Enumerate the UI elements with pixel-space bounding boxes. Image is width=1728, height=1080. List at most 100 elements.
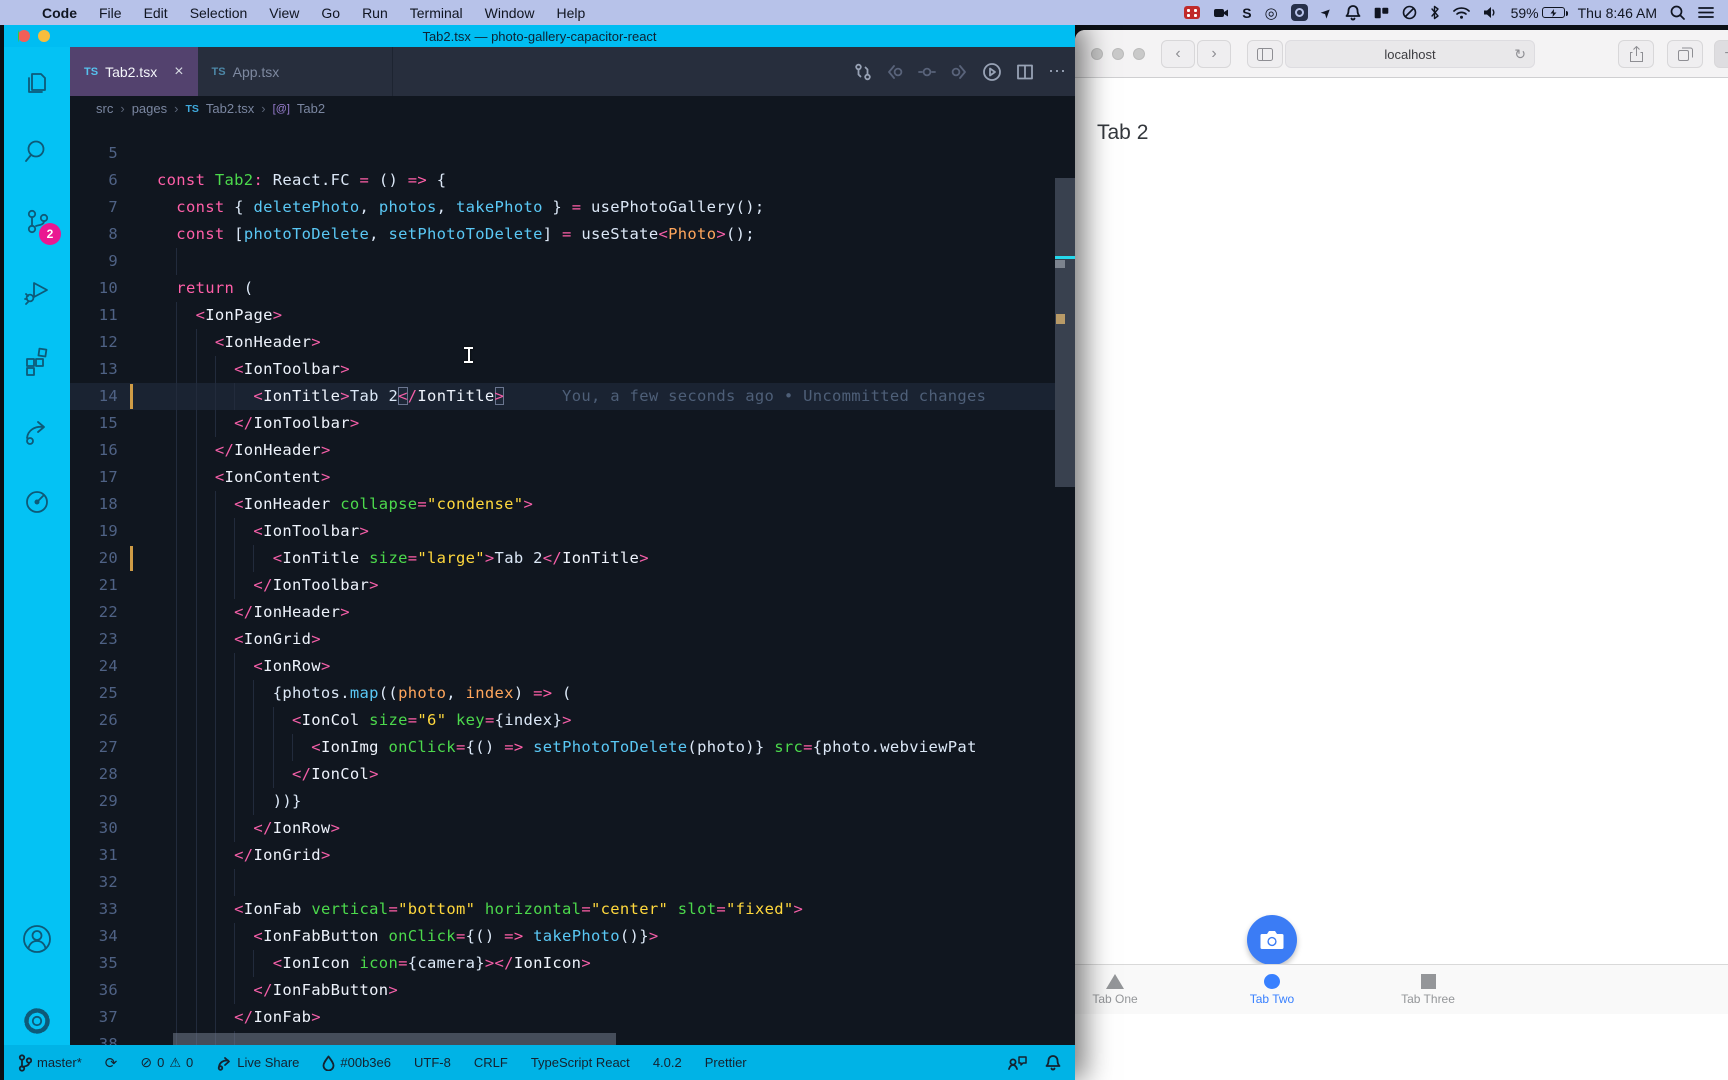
refresh-icon[interactable]: ↻ bbox=[1514, 46, 1526, 63]
status-feedback-button[interactable] bbox=[1007, 1055, 1027, 1071]
tab-tab-two[interactable]: Tab Two bbox=[1217, 965, 1327, 1015]
code-line-23[interactable]: 23 <IonGrid> bbox=[70, 626, 1075, 653]
code-line-29[interactable]: 29 ))} bbox=[70, 788, 1075, 815]
menu-help[interactable]: Help bbox=[556, 5, 585, 21]
minimize-button[interactable] bbox=[38, 30, 50, 42]
menu-view[interactable]: View bbox=[269, 5, 299, 21]
menu-window[interactable]: Window bbox=[485, 5, 535, 21]
vscode-window-controls[interactable] bbox=[18, 30, 50, 42]
safari-zoom-button[interactable] bbox=[1133, 48, 1145, 60]
code-line-33[interactable]: 33 <IonFab vertical="bottom" horizontal=… bbox=[70, 896, 1075, 923]
wifi-icon[interactable] bbox=[1452, 0, 1470, 25]
split-view-icon[interactable] bbox=[1374, 0, 1389, 25]
code-line-22[interactable]: 22 </IonHeader> bbox=[70, 599, 1075, 626]
code-line-15[interactable]: 15 </IonToolbar> bbox=[70, 410, 1075, 437]
menu-clock[interactable]: Thu 8:46 AM bbox=[1578, 0, 1657, 25]
nav-back-button[interactable] bbox=[886, 63, 904, 81]
code-line-26[interactable]: 26 <IonCol size="6" key={index}> bbox=[70, 707, 1075, 734]
disc-icon[interactable]: ◎ bbox=[1265, 0, 1278, 25]
code-line-24[interactable]: 24 <IonRow> bbox=[70, 653, 1075, 680]
stripe-s-icon[interactable]: S bbox=[1242, 0, 1251, 25]
more-actions-button[interactable]: ⋯ bbox=[1048, 61, 1067, 82]
notification-bell-icon[interactable] bbox=[1345, 0, 1361, 25]
bluetooth-icon[interactable] bbox=[1430, 0, 1440, 25]
menu-selection[interactable]: Selection bbox=[190, 5, 248, 21]
tab-tab-one[interactable]: Tab One bbox=[1060, 965, 1170, 1015]
activity-extensions[interactable] bbox=[4, 335, 70, 387]
forward-button[interactable]: › bbox=[1197, 40, 1231, 68]
battery-indicator[interactable]: 59% bbox=[1511, 0, 1568, 25]
tab-close-icon[interactable]: × bbox=[174, 63, 183, 81]
code-line-7[interactable]: 7 const { deletePhoto, photos, takePhoto… bbox=[70, 194, 1075, 221]
editor-tab-tab2.tsx[interactable]: TS Tab2.tsx × bbox=[70, 47, 198, 96]
screen-record-icon[interactable] bbox=[1213, 0, 1229, 25]
safari-window-controls[interactable] bbox=[1091, 48, 1145, 60]
activity-run-debug[interactable] bbox=[4, 265, 70, 317]
tab-overview-button[interactable] bbox=[1667, 40, 1703, 68]
volume-icon[interactable] bbox=[1483, 0, 1498, 25]
status-typescript-react[interactable]: TypeScript React bbox=[531, 1055, 630, 1070]
code-line-16[interactable]: 16 </IonHeader> bbox=[70, 437, 1075, 464]
code-line-6[interactable]: 6 const Tab2: React.FC = () => { bbox=[70, 167, 1075, 194]
window-box-icon[interactable] bbox=[1290, 0, 1308, 25]
spotlight-search-icon[interactable] bbox=[1670, 0, 1685, 25]
code-line-10[interactable]: 10 return ( bbox=[70, 275, 1075, 302]
horizontal-scrollbar[interactable] bbox=[173, 1033, 616, 1045]
focus-mode-icon[interactable] bbox=[1402, 0, 1417, 25]
address-bar[interactable]: localhost ↻ bbox=[1285, 40, 1535, 68]
nav-circle-button[interactable] bbox=[918, 63, 936, 81]
status-live-share[interactable]: Live Share bbox=[216, 1055, 299, 1071]
run-circle-button[interactable] bbox=[982, 62, 1002, 82]
control-center-icon[interactable] bbox=[1698, 0, 1714, 25]
code-line-11[interactable]: 11 <IonPage> bbox=[70, 302, 1075, 329]
code-line-32[interactable]: 32 bbox=[70, 869, 1075, 896]
code-line-28[interactable]: 28 </IonCol> bbox=[70, 761, 1075, 788]
code-line-37[interactable]: 37 </IonFab> bbox=[70, 1004, 1075, 1031]
code-line-21[interactable]: 21 </IonToolbar> bbox=[70, 572, 1075, 599]
menu-run[interactable]: Run bbox=[362, 5, 388, 21]
safari-close-button[interactable] bbox=[1091, 48, 1103, 60]
split-editor-button[interactable] bbox=[1016, 63, 1034, 81]
status--00b3e6[interactable]: #00b3e6 bbox=[322, 1055, 391, 1071]
code-line-35[interactable]: 35 <IonIcon icon={camera}></IonIcon> bbox=[70, 950, 1075, 977]
activity-search[interactable] bbox=[4, 125, 70, 177]
git-compare-button[interactable] bbox=[854, 63, 872, 81]
activity-explorer[interactable] bbox=[4, 55, 70, 107]
menu-go[interactable]: Go bbox=[321, 5, 340, 21]
breadcrumb-symbol[interactable]: Tab2 bbox=[297, 101, 325, 116]
menu-file[interactable]: File bbox=[99, 5, 122, 21]
code-line-34[interactable]: 34 <IonFabButton onClick={() => takePhot… bbox=[70, 923, 1075, 950]
breadcrumb-src[interactable]: src bbox=[96, 101, 113, 116]
code-line-14[interactable]: 14 <IonTitle>Tab 2</IonTitle> You, a few… bbox=[70, 383, 1075, 410]
code-line-27[interactable]: 27 <IonImg onClick={() => setPhotoToDele… bbox=[70, 734, 1075, 761]
status-sync[interactable]: ⟳ bbox=[105, 1054, 118, 1072]
code-editor[interactable]: 5 6 const Tab2: React.FC = () => {7 const … bbox=[70, 121, 1075, 1045]
share-button[interactable] bbox=[1618, 40, 1654, 68]
camera-fab-button[interactable] bbox=[1247, 915, 1297, 965]
menu-edit[interactable]: Edit bbox=[144, 5, 168, 21]
activity-test-gauge[interactable] bbox=[4, 475, 70, 527]
menu-terminal[interactable]: Terminal bbox=[410, 5, 463, 21]
status-master-[interactable]: master* bbox=[18, 1053, 82, 1072]
back-button[interactable]: ‹ bbox=[1161, 40, 1195, 68]
maximize-button[interactable] bbox=[18, 30, 19, 42]
vscode-title-bar[interactable]: Tab2.tsx — photo-gallery-capacitor-react bbox=[4, 25, 1075, 47]
code-line-5[interactable]: 5 bbox=[70, 140, 1075, 167]
status-prettier[interactable]: Prettier bbox=[705, 1055, 747, 1070]
nav-forward-button[interactable] bbox=[950, 63, 968, 81]
status-bell-button[interactable] bbox=[1045, 1054, 1061, 1071]
safari-minimize-button[interactable] bbox=[1112, 48, 1124, 60]
code-line-20[interactable]: 20 <IonTitle size="large">Tab 2</IonTitl… bbox=[70, 545, 1075, 572]
code-line-18[interactable]: 18 <IonHeader collapse="condense"> bbox=[70, 491, 1075, 518]
activity-source-control[interactable]: 2 bbox=[4, 195, 70, 247]
editor-scrollbar[interactable] bbox=[1055, 178, 1075, 487]
editor-tab-app.tsx[interactable]: TS App.tsx bbox=[197, 47, 393, 96]
activity-live-share[interactable] bbox=[4, 405, 70, 457]
code-line-25[interactable]: 25 {photos.map((photo, index) => ( bbox=[70, 680, 1075, 707]
menu-app-name[interactable]: Code bbox=[42, 5, 77, 21]
activity-settings-gear[interactable] bbox=[4, 995, 70, 1047]
code-line-31[interactable]: 31 </IonGrid> bbox=[70, 842, 1075, 869]
rocket-icon[interactable]: ➤ bbox=[1317, 0, 1335, 25]
code-line-12[interactable]: 12 <IonHeader> bbox=[70, 329, 1075, 356]
status-utf-8[interactable]: UTF-8 bbox=[414, 1055, 451, 1070]
